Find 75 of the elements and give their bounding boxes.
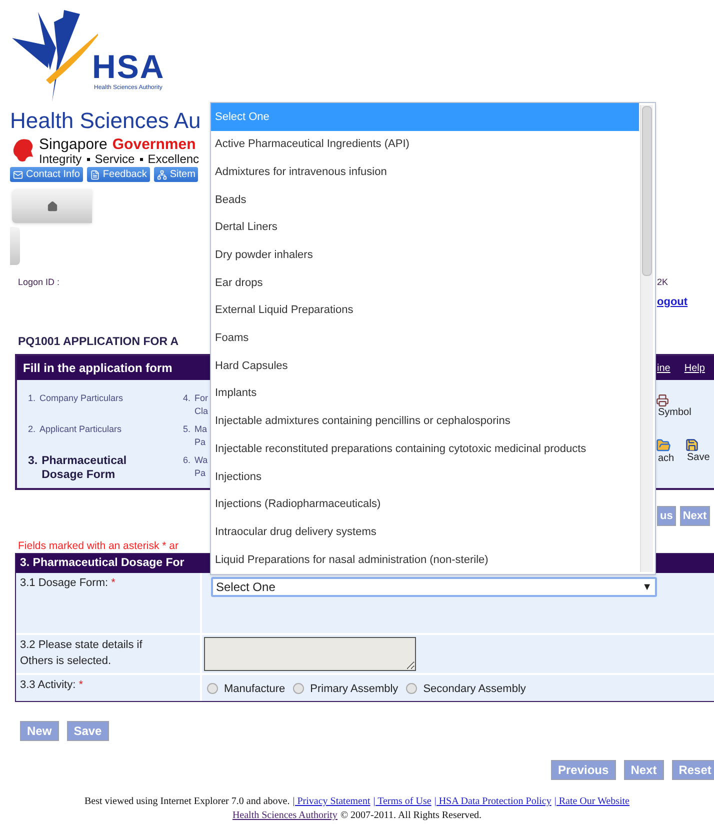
step-link[interactable]: 2. Applicant Particulars [28, 423, 183, 436]
field-label: 3.1 Dosage Form: * [20, 576, 116, 591]
header-menu-link[interactable]: ine [657, 360, 670, 376]
site-title: Health Sciences Au [10, 107, 201, 135]
scrollbar-thumb[interactable] [642, 106, 652, 276]
logo-acronym: HSA [92, 50, 165, 84]
sitemap-icon [156, 170, 167, 180]
bullet-icon [86, 158, 90, 160]
footer-link[interactable]: | HSA Data Protection Policy [434, 795, 552, 809]
panel-title: Fill in the application form [23, 360, 172, 377]
page-title: PQ1001 APPLICATION FOR A [18, 335, 179, 350]
header-link[interactable]: Sitem [154, 167, 198, 182]
dropdown-option[interactable]: Ear drops [211, 269, 639, 297]
dropdown-option[interactable]: Injectable reconstituted preparations containing cytotoxic medicinal products [211, 435, 639, 463]
dropdown-option[interactable]: Beads [211, 186, 639, 214]
dropdown-option[interactable]: Injections (Radiopharmaceuticals) [211, 490, 639, 518]
dosage-form-select[interactable]: Select One ▼ [211, 577, 657, 597]
motto-word: Integrity [39, 153, 82, 165]
dropdown-option[interactable]: Hard Capsules [211, 352, 639, 380]
toolbar-button[interactable]: Symbol [656, 394, 714, 436]
toolbar-button[interactable]: Save [685, 438, 714, 482]
dropdown-option[interactable]: Active Pharmaceutical Ingredients (API) [211, 130, 639, 158]
radio-label: Manufacture [224, 682, 286, 698]
browser-note: Best viewed using Internet Explorer 7.0 and above. [84, 795, 290, 809]
header-link[interactable]: Contact Info [10, 167, 83, 182]
field-label: 3.3 Activity: * [20, 678, 83, 693]
dropdown-option[interactable]: Injections [211, 462, 639, 491]
menu-tab[interactable] [10, 227, 20, 265]
folder-icon [656, 438, 671, 453]
motto-word: Excellenc [148, 153, 200, 165]
radio-button[interactable] [207, 682, 218, 694]
dropdown-option[interactable]: External Liquid Preparations [211, 296, 639, 324]
step-link[interactable]: 1. Company Particulars [28, 392, 183, 405]
footer-link[interactable]: Health Sciences Authority [232, 809, 338, 823]
user-info-text: 2K [657, 276, 670, 290]
dropdown-option[interactable]: Dertal Liners [211, 214, 639, 242]
home-tab[interactable] [12, 189, 92, 223]
home-icon [46, 200, 58, 212]
footer-link[interactable]: | Privacy Statement [292, 795, 370, 809]
footer-link[interactable]: | Terms of Use [373, 795, 432, 809]
header-link[interactable]: Feedback [86, 167, 150, 182]
step-link[interactable]: 6. Wa Pa [183, 454, 209, 480]
logon-id-label: Logon ID : [18, 276, 60, 290]
footer-link[interactable]: | Rate Our Website [554, 795, 630, 809]
lion-head-icon [11, 137, 35, 163]
dropdown-option[interactable]: Admixtures for intravenous infusion [211, 158, 639, 186]
radio-label: Primary Assembly [310, 682, 398, 698]
mail-icon [13, 170, 23, 180]
dropdown-option[interactable]: Intraocular drug delivery systems [211, 518, 639, 546]
radio-button[interactable] [406, 682, 418, 694]
bullet-icon [140, 158, 143, 160]
details-textarea[interactable] [204, 637, 416, 671]
step-link[interactable]: 3. Pharmaceutical Dosage Form [28, 454, 183, 482]
dropdown-option[interactable]: Foams [211, 324, 639, 352]
dropdown-option[interactable]: Dry powder inhalers [211, 241, 639, 270]
radio-button[interactable] [293, 682, 304, 694]
government-name: Singapore [39, 137, 108, 153]
step-link[interactable]: 4. For Cla [183, 392, 209, 418]
document-icon [90, 170, 100, 180]
save-icon [685, 438, 699, 452]
government-name-highlight: Governmen [112, 137, 196, 153]
logout-link[interactable]: ogout [657, 294, 688, 310]
field-label: 3.2 Please state details if Others is selected. [20, 638, 144, 669]
dropdown-option[interactable]: Liquid Preparations for nasal administration (non-sterile) [211, 546, 639, 574]
section-title: 3. Pharmaceutical Dosage For [20, 556, 184, 571]
motto-word: Service [94, 153, 135, 165]
header-menu-link[interactable]: Help [684, 360, 705, 376]
printer-icon [656, 394, 669, 407]
required-note: Fields marked with an asterisk * ar [18, 539, 178, 553]
dropdown-option[interactable]: Implants [211, 380, 639, 408]
copyright-text: © 2007-2011. All Rights Reserved. [340, 809, 482, 823]
toolbar-button[interactable]: ach [656, 438, 685, 482]
step-link[interactable]: 5. Ma Pa [183, 423, 209, 449]
dropdown-option[interactable]: Injectable admixtures containing pencillins or cephalosporins [211, 408, 639, 436]
radio-label: Secondary Assembly [423, 682, 526, 698]
